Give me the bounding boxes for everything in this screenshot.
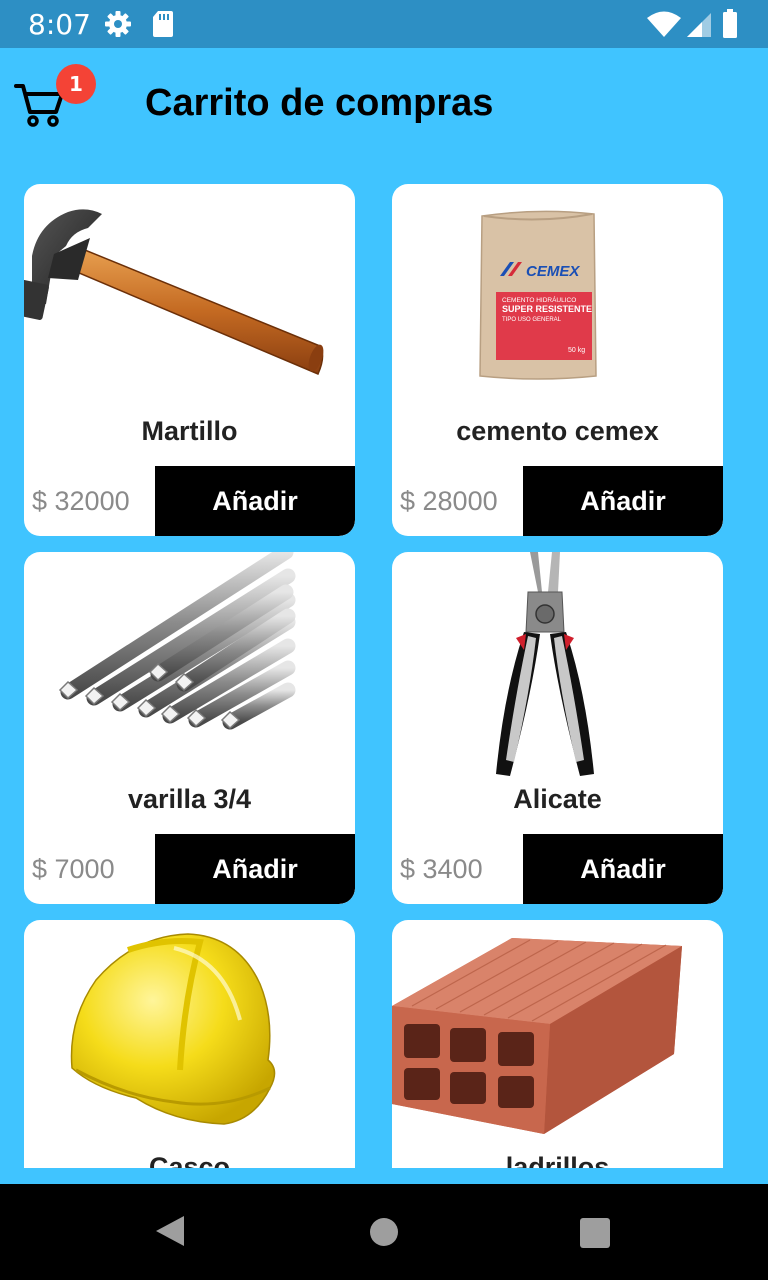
product-price: $ 28000 xyxy=(400,486,498,516)
signal-icon xyxy=(687,13,711,37)
bag-strength-text: SUPER RESISTENTE xyxy=(502,304,592,314)
app-bar: 1 Carrito de compras xyxy=(0,48,768,160)
bag-type-text: CEMENTO HIDRÁULICO xyxy=(502,295,576,304)
product-price: $ 3400 xyxy=(400,854,483,884)
product-name: Alicate xyxy=(513,784,602,814)
bag-use-text: TIPO USO GENERAL xyxy=(502,317,562,323)
hard-hat-image xyxy=(70,933,276,1125)
cart-count-badge: 1 xyxy=(56,64,96,104)
product-name: Casco xyxy=(148,1152,231,1168)
steel-rebar-image xyxy=(58,552,296,730)
cement-bag-image: CEMEX CEMENTO HIDRÁULICO SUPER RESISTENT… xyxy=(479,210,597,380)
add-to-cart-button[interactable]: Añadir xyxy=(523,466,723,536)
bag-brand-text: CEMEX xyxy=(526,263,580,280)
product-name: varilla 3/4 xyxy=(127,784,252,814)
product-name: ladrillos xyxy=(505,1152,610,1168)
sd-card-icon xyxy=(153,11,173,37)
product-name: cemento cemex xyxy=(456,416,659,446)
page-title: Carrito de compras xyxy=(145,82,494,124)
product-card: varilla 3/4 $ 7000 Añadir xyxy=(24,552,355,904)
home-icon[interactable] xyxy=(370,1218,398,1246)
product-card: CEMEX CEMENTO HIDRÁULICO SUPER RESISTENT… xyxy=(392,184,723,536)
hammer-image xyxy=(24,209,324,375)
status-time: 8:07 xyxy=(28,8,91,41)
brick-image xyxy=(392,938,682,1134)
product-name: Martillo xyxy=(141,416,238,446)
pliers-image xyxy=(496,552,594,776)
back-icon[interactable] xyxy=(154,1214,186,1248)
wifi-icon xyxy=(647,11,681,37)
product-grid[interactable]: Martillo $ 32000 Añadir CEMEX CEMENTO HI… xyxy=(0,168,768,1168)
product-card: Alicate $ 3400 Añadir xyxy=(392,552,723,904)
add-to-cart-button[interactable]: Añadir xyxy=(155,834,355,904)
navigation-bar xyxy=(0,1184,768,1280)
recents-icon[interactable] xyxy=(580,1218,610,1248)
product-card: ladrillos xyxy=(392,920,723,1168)
add-to-cart-button[interactable]: Añadir xyxy=(155,466,355,536)
battery-icon xyxy=(723,9,737,38)
add-to-cart-button[interactable]: Añadir xyxy=(523,834,723,904)
product-price: $ 32000 xyxy=(32,486,130,516)
product-card: Martillo $ 32000 Añadir xyxy=(24,184,355,536)
gear-icon xyxy=(105,11,131,37)
product-card: Casco xyxy=(24,920,355,1168)
bag-weight-text: 50 kg xyxy=(568,347,585,354)
status-bar: 8:07 xyxy=(0,0,768,48)
product-price: $ 7000 xyxy=(32,854,115,884)
